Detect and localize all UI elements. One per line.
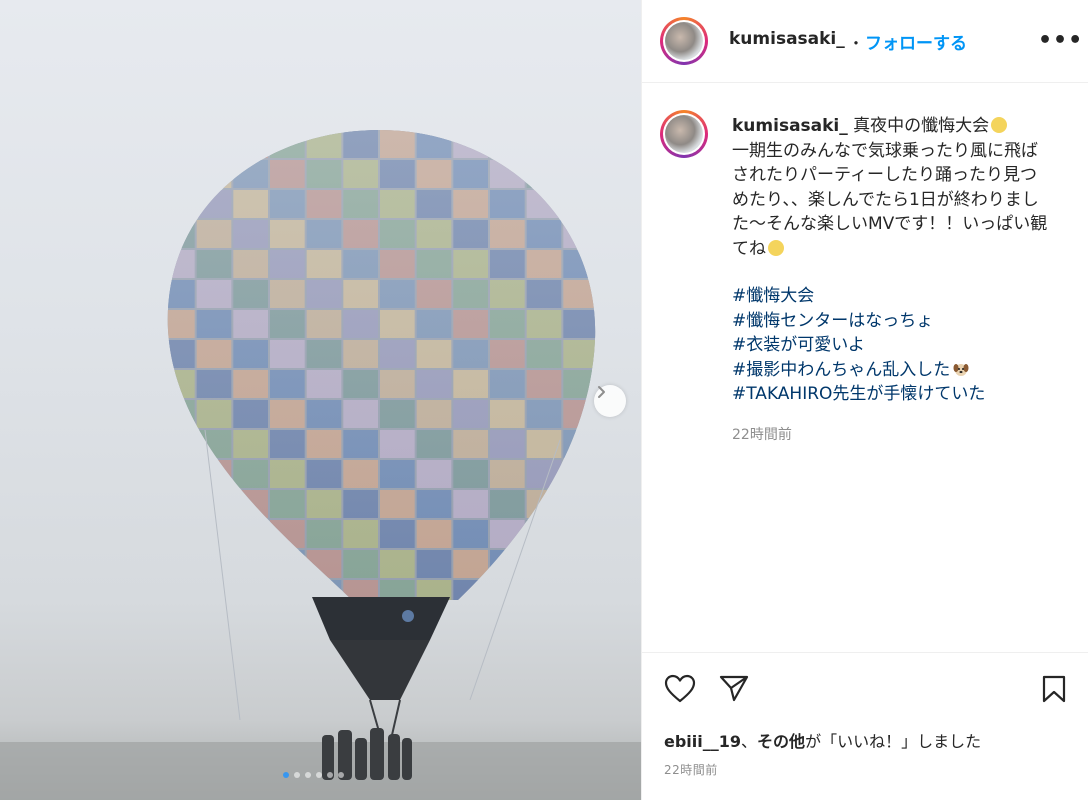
balloon-panel (563, 580, 596, 600)
balloon-panel (563, 490, 596, 518)
balloon-panel (563, 190, 596, 218)
balloon-panel (167, 520, 195, 548)
balloon-panel (563, 160, 596, 188)
balloon-panel (270, 580, 305, 600)
balloon-panel (167, 460, 195, 488)
hot-air-balloon-image (0, 130, 641, 800)
liked-by-user[interactable]: ebiii__19 (664, 732, 741, 751)
balloon-panel (526, 580, 562, 600)
balloon-panel (563, 130, 596, 158)
likes-suffix: が「いいね！」しました (805, 732, 982, 751)
balloon-panel (526, 550, 562, 578)
balloon-panel (233, 580, 268, 600)
caption-avatar[interactable] (660, 110, 708, 158)
balloon-panel (526, 520, 562, 548)
carousel-dot (316, 772, 322, 778)
balloon-panel (526, 160, 562, 188)
hashtag-link[interactable]: #TAKAHIRO先生が手懐けていた (732, 382, 1062, 407)
header-separator: ・ (848, 34, 865, 53)
balloon-panel (563, 520, 596, 548)
hashtag-link[interactable]: #懺悔大会 (732, 284, 1062, 309)
likes-summary: ebiii__19、その他が「いいね！」しました (664, 728, 981, 752)
next-slide-button[interactable] (594, 385, 626, 417)
balloon-panel (233, 550, 268, 578)
caption-username[interactable]: kumisasaki_ (732, 116, 848, 136)
hashtag-link[interactable]: #懺悔センターはなっちょ (732, 309, 1062, 334)
hashtag-link[interactable]: #撮影中わんちゃん乱入した (732, 360, 950, 380)
send-icon[interactable] (719, 674, 749, 702)
balloon-panel (167, 190, 195, 218)
more-options-button[interactable]: ••• (1038, 28, 1083, 53)
balloon-panel (167, 580, 195, 600)
balloon-panel (196, 550, 232, 578)
balloon-panel (196, 160, 232, 188)
chevron-right-icon (598, 386, 605, 398)
post-photo[interactable] (0, 0, 641, 800)
balloon-panel (167, 130, 195, 158)
follow-button[interactable]: フォローする (865, 29, 967, 54)
hashtag-list: #懺悔大会 #懺悔センターはなっちょ #衣装が可愛いよ #撮影中わんちゃん乱入し… (732, 284, 1062, 407)
balloon-panel (270, 550, 305, 578)
divider (642, 652, 1088, 653)
heart-icon[interactable] (664, 674, 696, 704)
likes-separator: 、 (741, 732, 758, 751)
smile-emoji-icon (991, 117, 1008, 133)
carousel-dot (294, 772, 300, 778)
bookmark-icon[interactable] (1041, 675, 1067, 703)
balloon-panel (196, 520, 232, 548)
balloon-panel (526, 130, 562, 158)
balloon-panel (167, 430, 195, 458)
balloon-panel (167, 160, 195, 188)
post-side-panel: kumisasaki_ ・ フォローする ••• kumisasaki_ 真夜中… (641, 0, 1088, 800)
hashtag-link[interactable]: #衣装が可愛いよ (732, 333, 1062, 358)
caption-title: 真夜中の懺悔大会 (853, 116, 990, 136)
post-timestamp[interactable]: 22時間前 (664, 761, 718, 778)
carousel-dot (305, 772, 311, 778)
balloon-panel (490, 580, 525, 600)
balloon-panel (563, 460, 596, 488)
balloon-panel (233, 520, 268, 548)
header-username[interactable]: kumisasaki_ (729, 29, 845, 49)
balloon-panel (490, 130, 525, 158)
caption-timestamp: 22時間前 (732, 427, 792, 443)
post-caption: kumisasaki_ 真夜中の懺悔大会 一期生のみんなで気球乗ったり風に飛ばさ… (732, 114, 1048, 261)
smile-emoji-icon (768, 239, 784, 256)
avatar[interactable] (660, 17, 708, 65)
balloon-panel (167, 490, 195, 518)
carousel-dot (327, 772, 333, 778)
balloon-panel (196, 130, 232, 158)
balloon-panel (167, 550, 195, 578)
likes-others-link[interactable]: その他 (757, 732, 805, 751)
balloon-panel (563, 550, 596, 578)
carousel-dot (338, 772, 344, 778)
carousel-indicator (283, 772, 344, 778)
post-header: kumisasaki_ ・ フォローする ••• (642, 0, 1088, 83)
dog-emoji-icon (953, 363, 969, 376)
carousel-dot (283, 772, 289, 778)
instagram-post: kumisasaki_ ・ フォローする ••• kumisasaki_ 真夜中… (0, 0, 1088, 800)
balloon-panel (233, 130, 268, 158)
